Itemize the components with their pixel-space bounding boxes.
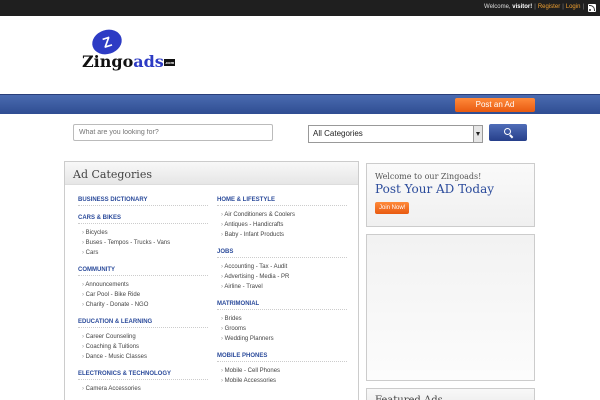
subcategory-list: BridesGroomsWedding Planners xyxy=(221,314,347,344)
search-button[interactable] xyxy=(489,124,527,141)
category-heading[interactable]: EDUCATION & LEARNING xyxy=(78,319,208,328)
separator: | xyxy=(582,4,584,10)
post-ad-button[interactable]: Post an Ad xyxy=(455,98,535,112)
subcategory-link[interactable]: Charity - Donate - NGO xyxy=(82,300,208,310)
subcategory-list: Career CounselingCoaching & TuitionsDanc… xyxy=(82,332,208,362)
subcategory-link[interactable]: Baby - Infant Products xyxy=(221,230,347,240)
separator: | xyxy=(534,4,536,10)
category-heading[interactable]: CARS & BIKES xyxy=(78,215,208,224)
rss-icon[interactable] xyxy=(588,4,596,12)
category-heading[interactable]: JOBS xyxy=(217,249,347,258)
subcategory-link[interactable]: Advertising - Media - PR xyxy=(221,272,347,282)
logo-word-accent: ads xyxy=(133,52,164,71)
subcategory-link[interactable]: Bicycles xyxy=(82,228,208,238)
nav-bar: Post an Ad xyxy=(0,94,600,114)
welcome-panel: Welcome to our Zingoads! Post Your AD To… xyxy=(366,163,535,227)
subcategory-link[interactable]: Camera Accessories xyxy=(82,384,208,394)
search-input[interactable] xyxy=(73,124,273,141)
subcategory-link[interactable]: Car Pool - Bike Ride xyxy=(82,290,208,300)
subcategory-link[interactable]: Wedding Planners xyxy=(221,334,347,344)
subcategory-list: Air Conditioners & CoolersAntiques - Han… xyxy=(221,210,347,240)
category-heading[interactable]: COMMUNITY xyxy=(78,267,208,276)
featured-ads-title: Featured Ads xyxy=(366,388,535,400)
subcategory-link[interactable]: Dance - Music Classes xyxy=(82,352,208,362)
visitor-name: visitor! xyxy=(512,4,533,10)
category-select[interactable]: All Categories xyxy=(308,125,483,143)
login-link[interactable]: Login xyxy=(566,4,581,10)
logo-word-main: Zingo xyxy=(82,52,134,71)
category-heading[interactable]: BUSINESS DICTIONARY xyxy=(78,197,208,206)
category-heading[interactable]: MATRIMONIAL xyxy=(217,301,347,310)
welcome-line: Welcome to our Zingoads! xyxy=(375,172,482,181)
subcategory-link[interactable]: Antiques - Handicrafts xyxy=(221,220,347,230)
search-icon xyxy=(504,128,511,135)
header: Z Zingoads.com xyxy=(0,16,600,94)
subcategory-link[interactable]: Grooms xyxy=(221,324,347,334)
subcategory-link[interactable]: Airline - Travel xyxy=(221,282,347,292)
subcategory-link[interactable]: Cars xyxy=(82,248,208,258)
category-heading[interactable]: HOME & LIFESTYLE xyxy=(217,197,347,206)
subcategory-link[interactable]: Accounting - Tax - Audit xyxy=(221,262,347,272)
subcategory-link[interactable]: Announcements xyxy=(82,280,208,290)
subcategory-link[interactable]: Coaching & Tuitions xyxy=(82,342,208,352)
ad-space-panel xyxy=(366,234,535,381)
top-bar: Welcome, visitor! | Register | Login | xyxy=(0,0,600,16)
subcategory-list: Mobile - Cell PhonesMobile Accessories xyxy=(221,366,347,386)
subcategory-link[interactable]: Mobile Accessories xyxy=(221,376,347,386)
post-ad-headline: Post Your AD Today xyxy=(375,182,495,196)
subcategory-link[interactable]: Buses - Tempos - Trucks - Vans xyxy=(82,238,208,248)
logo-wordmark: Zingoads.com xyxy=(82,52,176,71)
site-logo[interactable]: Z Zingoads.com xyxy=(82,25,176,80)
ad-categories-panel: Ad Categories BUSINESS DICTIONARY CARS & … xyxy=(64,161,359,400)
subcategory-list: Camera Accessories xyxy=(82,384,208,394)
welcome-prefix: Welcome, xyxy=(484,4,511,10)
panel-title: Ad Categories xyxy=(65,162,358,185)
category-selected-value: All Categories xyxy=(313,129,363,138)
subcategory-link[interactable]: Air Conditioners & Coolers xyxy=(221,210,347,220)
categories-right-column: HOME & LIFESTYLE Air Conditioners & Coole… xyxy=(217,197,347,395)
subcategory-list: AnnouncementsCar Pool - Bike RideCharity… xyxy=(82,280,208,310)
subcategory-list: Accounting - Tax - AuditAdvertising - Me… xyxy=(221,262,347,292)
subcategory-link[interactable]: Mobile - Cell Phones xyxy=(221,366,347,376)
category-heading[interactable]: MOBILE PHONES xyxy=(217,353,347,362)
separator: | xyxy=(562,4,564,10)
chevron-down-icon[interactable] xyxy=(473,126,482,142)
join-now-button[interactable]: Join Now! xyxy=(375,202,410,214)
categories-left-column: BUSINESS DICTIONARY CARS & BIKES BicyclesB… xyxy=(78,197,208,400)
welcome-text: Welcome, visitor! | Register | Login | xyxy=(484,4,586,10)
logo-suffix: .com xyxy=(163,59,176,66)
category-heading[interactable]: ELECTRONICS & TECHNOLOGY xyxy=(78,371,208,380)
subcategory-list: BicyclesBuses - Tempos - Trucks - VansCa… xyxy=(82,228,208,258)
subcategory-link[interactable]: Career Counseling xyxy=(82,332,208,342)
subcategory-link[interactable]: Brides xyxy=(221,314,347,324)
register-link[interactable]: Register xyxy=(538,4,560,10)
